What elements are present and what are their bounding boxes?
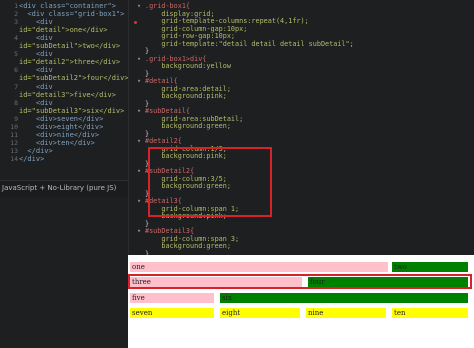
line-number: 14 (10, 154, 18, 163)
grid-cell-five: five (130, 293, 214, 303)
grid-cell-seven: seven (130, 308, 214, 318)
js-editor-pane[interactable] (0, 198, 128, 348)
line-number: 6 (14, 66, 18, 75)
fold-arrow-icon[interactable]: ▾ (137, 55, 141, 64)
css-code-line: background:yellow (145, 62, 231, 70)
css-code-line: grid-template:"detail detail detail subD… (145, 39, 354, 48)
html-code-line: id="subDetail2">four</div> (19, 74, 129, 83)
line-number: 7 (14, 82, 18, 91)
css-highlight-annotation (148, 147, 272, 217)
css-code-line: background:green; (145, 242, 231, 250)
grid-cell-ten: ten (392, 308, 468, 318)
breakpoint-marker (134, 21, 137, 24)
line-number: 3 (14, 18, 18, 27)
html-editor-pane[interactable]: 1 <div class="container"> 2 <div class="gr… (0, 0, 129, 180)
line-number: 8 (14, 98, 18, 107)
html-code-line: <div (19, 82, 53, 91)
js-panel-label: JavaScript + No-Library (pure JS) (2, 184, 117, 192)
grid-cell-eight: eight (220, 308, 300, 318)
line-number: 5 (14, 50, 18, 59)
html-code-line: </div> (19, 154, 45, 163)
fold-arrow-icon[interactable]: ▾ (137, 197, 141, 206)
fold-arrow-icon[interactable]: ▾ (137, 107, 141, 116)
grid-cell-six: six (220, 293, 468, 303)
js-panel-header[interactable]: JavaScript + No-Library (pure JS) (0, 180, 128, 199)
html-code-line: id="detail3">five</div> (19, 90, 116, 99)
fold-arrow-icon[interactable]: ▾ (137, 77, 141, 86)
line-number: 4 (14, 34, 18, 43)
css-code-line: background:green; (145, 122, 231, 130)
output-highlight-annotation (128, 274, 472, 289)
grid-cell-one: one (130, 262, 388, 272)
fold-arrow-icon[interactable]: ▾ (137, 167, 141, 176)
fold-arrow-icon[interactable]: ▾ (137, 2, 141, 11)
css-code-line: background:pink; (145, 92, 227, 100)
fold-arrow-icon[interactable]: ▾ (137, 137, 141, 146)
grid-cell-two: two (392, 262, 468, 272)
fold-arrow-icon[interactable]: ▾ (137, 227, 141, 236)
result-output-pane: one two three four five six seven eight … (128, 255, 474, 348)
grid-cell-nine: nine (306, 308, 386, 318)
